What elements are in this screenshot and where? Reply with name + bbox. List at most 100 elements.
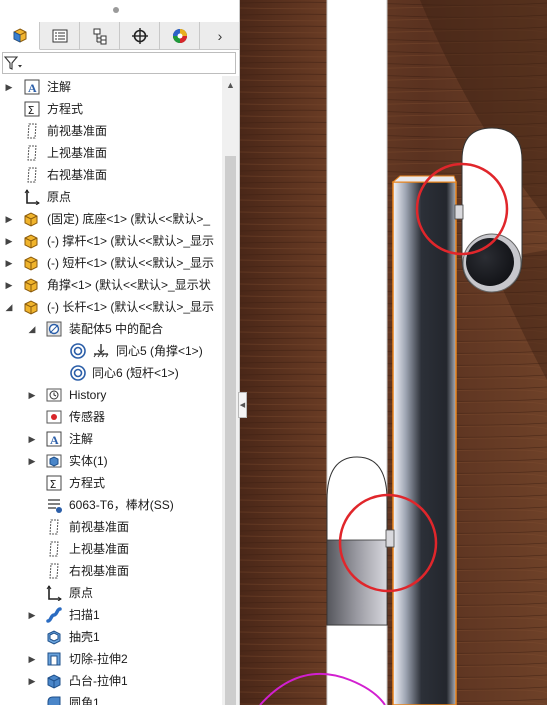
tree-item-label: (-) 撑杆<1> (默认<<默认>_显示	[47, 234, 215, 248]
part-icon	[22, 298, 40, 316]
tree-item-origin[interactable]: 原点	[0, 186, 222, 208]
equation-icon: Σ	[45, 474, 63, 492]
tree-item-label: 方程式	[69, 476, 106, 490]
tree-item-right-plane[interactable]: 右视基准面	[0, 164, 222, 186]
sensor-icon	[45, 408, 63, 426]
part-icon	[22, 232, 40, 250]
tree-item-fillet1[interactable]: 圆角1	[0, 692, 222, 705]
expand-arrow-icon[interactable]: ▶	[27, 604, 37, 626]
tree-item-label: 原点	[69, 586, 94, 600]
concentric-mate-icon	[69, 342, 87, 360]
plane-icon	[45, 562, 63, 580]
short-rod[interactable]	[326, 539, 388, 626]
dimxpert-icon	[131, 28, 148, 44]
expand-arrow-icon[interactable]: ▶	[4, 230, 14, 252]
tab-display-manager[interactable]	[160, 22, 200, 50]
tree-item-sensors[interactable]: 传感器	[0, 406, 222, 428]
concentric-mate-icon	[69, 364, 87, 382]
svg-text:Σ: Σ	[50, 478, 57, 491]
tree-item-boss-extrude1[interactable]: ▶ 凸台-拉伸1	[0, 670, 222, 692]
more-tabs-button[interactable]: ›	[200, 22, 239, 50]
tree-item-component-base[interactable]: ▶ (固定) 底座<1> (默认<<默认>_	[0, 208, 222, 230]
filter-icon[interactable]	[3, 54, 25, 72]
tree-item-part-top-plane[interactable]: 上视基准面	[0, 538, 222, 560]
tree-item-label: 圆角1	[69, 696, 100, 705]
tree-item-part-front-plane[interactable]: 前视基准面	[0, 516, 222, 538]
display-manager-icon	[172, 29, 187, 43]
history-icon	[45, 386, 63, 404]
tree-item-label: 注解	[69, 432, 94, 446]
expand-arrow-icon[interactable]: ▶	[4, 274, 14, 296]
long-rod[interactable]	[392, 181, 457, 705]
expand-arrow-icon[interactable]: ▶	[27, 384, 37, 406]
tree-item-label: (固定) 底座<1> (默认<<默认>_	[47, 212, 211, 226]
expand-arrow-icon[interactable]: ▶	[27, 428, 37, 450]
tree-item-shell1[interactable]: 抽壳1	[0, 626, 222, 648]
svg-text:A: A	[50, 433, 59, 447]
manager-tabs: ›	[0, 22, 239, 50]
tree-item-label: 前视基准面	[47, 124, 108, 138]
plane-icon	[45, 540, 63, 558]
tree-item-part-origin[interactable]: 原点	[0, 582, 222, 604]
origin-icon	[23, 188, 41, 206]
tree-item-label: 角撑<1> (默认<<默认>_显示状	[47, 278, 211, 292]
tree-item-component-bracket[interactable]: ▶ 角撑<1> (默认<<默认>_显示状	[0, 274, 222, 296]
tree-item-material[interactable]: 6063-T6，棒材(SS)	[0, 494, 222, 516]
expand-arrow-icon[interactable]: ▶	[4, 208, 14, 230]
tree-item-label: 前视基准面	[69, 520, 130, 534]
tree-item-label: 装配体5 中的配合	[69, 322, 164, 336]
scroll-thumb[interactable]	[225, 156, 236, 705]
tree-item-label: 6063-T6，棒材(SS)	[69, 498, 174, 512]
graphics-viewport[interactable]	[240, 0, 547, 705]
tree-item-cut-extrude2[interactable]: ▶ 切除-拉伸2	[0, 648, 222, 670]
tab-feature-manager[interactable]	[0, 22, 40, 50]
tree-item-label: 方程式	[47, 102, 84, 116]
tree-item-label: 传感器	[69, 410, 106, 424]
tree-item-solid-bodies[interactable]: ▶ 实体(1)	[0, 450, 222, 472]
panel-collapse-handle[interactable]: ◀	[238, 392, 247, 418]
tab-property-manager[interactable]	[40, 22, 80, 50]
material-icon	[45, 496, 63, 514]
tree-item-history[interactable]: ▶ History	[0, 384, 222, 406]
collapse-arrow-icon[interactable]: ◢	[27, 318, 37, 340]
tree-item-label: 右视基准面	[47, 168, 108, 182]
scroll-up-arrow-icon[interactable]: ▲	[222, 76, 239, 93]
tree-item-label: 原点	[47, 190, 72, 204]
tree-item-part-equations[interactable]: Σ 方程式	[0, 472, 222, 494]
collapse-arrow-icon[interactable]: ◢	[4, 296, 14, 318]
feature-tree: ▶ A 注解 Σ 方程式 前视基准面 上视基准面 右视基准面 原点 ▶ (固定)…	[0, 76, 222, 705]
tree-item-part-annotations[interactable]: ▶ A 注解	[0, 428, 222, 450]
tree-item-equations[interactable]: Σ 方程式	[0, 98, 222, 120]
part-icon	[22, 276, 40, 294]
expand-arrow-icon[interactable]: ▶	[4, 252, 14, 274]
feature-manager-icon	[13, 27, 26, 43]
tree-filter-row	[0, 50, 239, 76]
tree-item-component-strut[interactable]: ▶ (-) 撑杆<1> (默认<<默认>_显示	[0, 230, 222, 252]
tree-item-label: 上视基准面	[69, 542, 130, 556]
expand-arrow-icon[interactable]: ▶	[27, 648, 37, 670]
tree-item-front-plane[interactable]: 前视基准面	[0, 120, 222, 142]
tree-item-label: (-) 长杆<1> (默认<<默认>_显示	[47, 300, 215, 314]
plane-icon	[45, 518, 63, 536]
tree-item-label: 扫描1	[69, 608, 100, 622]
tree-item-label: 同心5 (角撑<1>)	[116, 344, 203, 358]
tree-item-annotations[interactable]: ▶ A 注解	[0, 76, 222, 98]
tree-item-label: 同心6 (短杆<1>)	[92, 366, 179, 380]
tree-item-component-long-rod[interactable]: ◢ (-) 长杆<1> (默认<<默认>_显示	[0, 296, 222, 318]
tree-item-mates-folder[interactable]: ◢ 装配体5 中的配合	[0, 318, 222, 340]
tree-item-part-right-plane[interactable]: 右视基准面	[0, 560, 222, 582]
sweep-icon	[45, 606, 63, 624]
expand-arrow-icon[interactable]: ▶	[27, 450, 37, 472]
expand-arrow-icon[interactable]: ▶	[27, 670, 37, 692]
plane-icon	[23, 122, 41, 140]
tab-configuration-manager[interactable]	[80, 22, 120, 50]
tree-item-component-short-rod[interactable]: ▶ (-) 短杆<1> (默认<<默认>_显示	[0, 252, 222, 274]
tree-item-mate-concentric6[interactable]: 同心6 (短杆<1>)	[0, 362, 222, 384]
expand-arrow-icon[interactable]: ▶	[4, 76, 14, 98]
tree-item-top-plane[interactable]: 上视基准面	[0, 142, 222, 164]
tree-item-sweep1[interactable]: ▶ 扫描1	[0, 604, 222, 626]
tree-scrollbar[interactable]: ▲	[222, 76, 239, 705]
panel-grip-icon[interactable]	[113, 7, 119, 13]
tab-dimxpert-manager[interactable]	[120, 22, 160, 50]
tree-item-mate-concentric5[interactable]: 同心5 (角撑<1>)	[0, 340, 222, 362]
